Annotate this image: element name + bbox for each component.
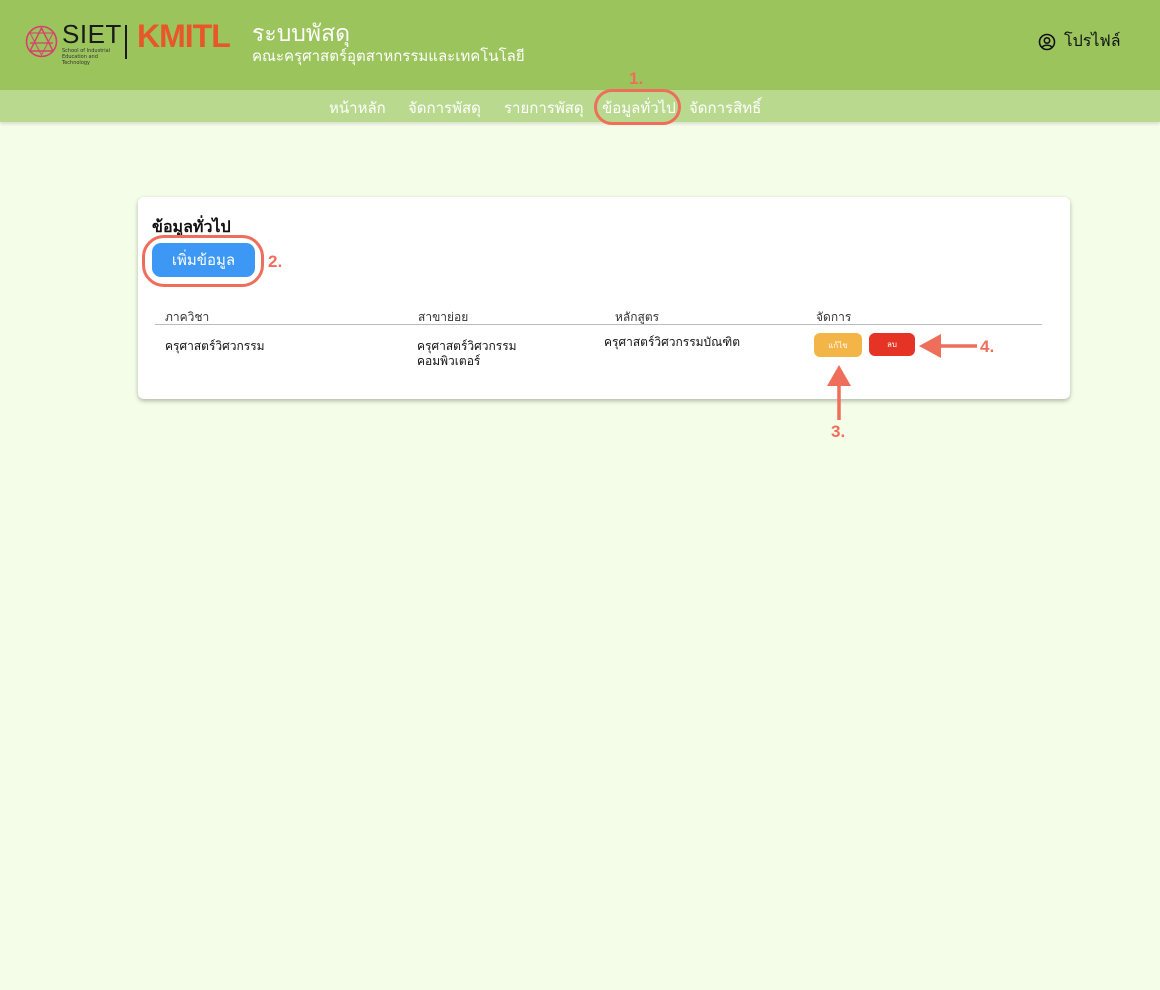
- annotation-arrow-left-icon: [919, 334, 977, 358]
- kmitl-logo: KMITL: [137, 18, 231, 54]
- siet-logo-text: SIET: [62, 19, 122, 49]
- cell-subfield-line1: ครุศาสตร์วิศวกรรม: [417, 339, 517, 353]
- delete-button[interactable]: ลบ: [869, 333, 915, 356]
- nav-item-home[interactable]: หน้าหลัก: [329, 96, 386, 120]
- cell-department: ครุศาสตร์วิศวกรรม: [165, 339, 265, 353]
- profile-label: โปรไฟล์: [1064, 31, 1121, 50]
- annotation-number-4: 4.: [980, 337, 995, 356]
- annotation-arrow-up-icon: [827, 365, 851, 420]
- annotation-ring-general-info: [594, 89, 681, 125]
- user-circle-icon: [1038, 33, 1056, 50]
- nav-item-supply-list[interactable]: รายการพัสดุ: [504, 96, 584, 120]
- cell-subfield-line2: คอมพิวเตอร์: [417, 354, 481, 368]
- general-info-card: ข้อมูลทั่วไป เพิ่มข้อมูล ภาควิชา สาขาย่อ…: [138, 197, 1070, 399]
- siet-logo-icon: [25, 25, 58, 58]
- top-header: SIET School of Industrial Education and …: [0, 0, 1160, 90]
- edit-button[interactable]: แก้ไข: [814, 333, 862, 357]
- main-nav: หน้าหลัก จัดการพัสดุ รายการพัสดุ ข้อมูลท…: [0, 90, 1160, 122]
- table-header-divider: [155, 324, 1042, 325]
- annotation-ring-add-button: [142, 235, 264, 287]
- nav-item-permissions[interactable]: จัดการสิทธิ์: [689, 96, 761, 120]
- annotation-number-1: 1.: [629, 69, 644, 88]
- siet-logo-subtext: School of Industrial Education and Techn…: [62, 48, 111, 66]
- nav-item-manage-supplies[interactable]: จัดการพัสดุ: [408, 96, 481, 120]
- logo-divider: [125, 25, 127, 59]
- annotation-number-2: 2.: [268, 252, 283, 271]
- profile-link[interactable]: โปรไฟล์: [1038, 29, 1121, 54]
- annotation-number-3: 3.: [831, 422, 846, 441]
- cell-curriculum: ครุศาสตร์วิศวกรรมบัณฑิต: [604, 335, 741, 349]
- app-subtitle: คณะครุศาสตร์อุตสาหกรรมและเทคโนโลยี: [252, 47, 525, 65]
